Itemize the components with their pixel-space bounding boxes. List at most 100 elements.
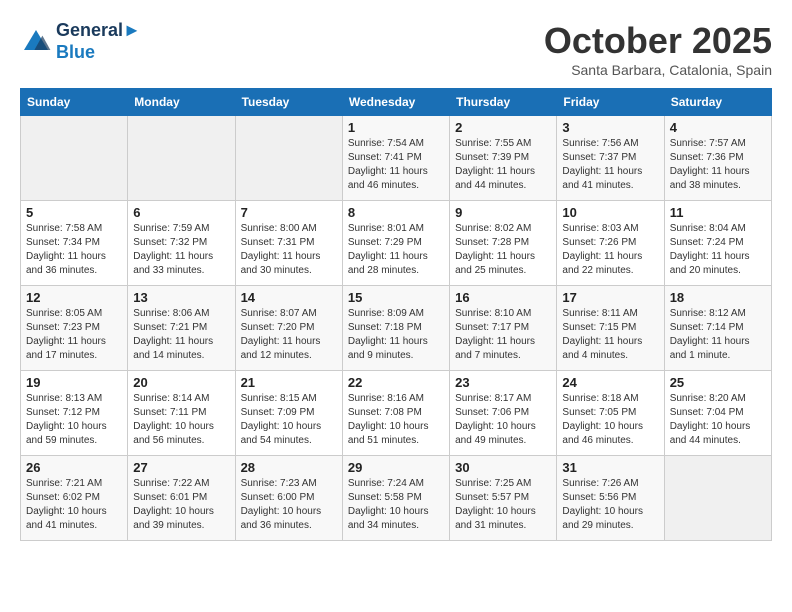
day-info: Sunrise: 7:55 AM Sunset: 7:39 PM Dayligh… <box>455 137 551 193</box>
day-number: 29 <box>348 460 444 475</box>
calendar-cell: 11 Sunrise: 8:04 AM Sunset: 7:24 PM Dayli… <box>664 201 771 286</box>
calendar-cell: 23 Sunrise: 8:17 AM Sunset: 7:06 PM Dayli… <box>450 371 557 456</box>
day-number: 16 <box>455 290 551 305</box>
day-number: 8 <box>348 205 444 220</box>
day-info: Sunrise: 7:59 AM Sunset: 7:32 PM Dayligh… <box>133 222 229 278</box>
day-info: Sunrise: 8:00 AM Sunset: 7:31 PM Dayligh… <box>241 222 337 278</box>
day-of-week-header: Thursday <box>450 89 557 116</box>
day-number: 7 <box>241 205 337 220</box>
day-number: 22 <box>348 375 444 390</box>
calendar-week-row: 5 Sunrise: 7:58 AM Sunset: 7:34 PM Daylig… <box>21 201 772 286</box>
day-number: 28 <box>241 460 337 475</box>
day-number: 1 <box>348 120 444 135</box>
day-info: Sunrise: 8:09 AM Sunset: 7:18 PM Dayligh… <box>348 307 444 363</box>
calendar-cell: 2 Sunrise: 7:55 AM Sunset: 7:39 PM Daylig… <box>450 116 557 201</box>
day-number: 15 <box>348 290 444 305</box>
calendar-cell: 31Sunrise: 7:26 AM Sunset: 5:56 PM Dayli… <box>557 456 664 541</box>
day-number: 26 <box>26 460 122 475</box>
day-number: 12 <box>26 290 122 305</box>
day-number: 20 <box>133 375 229 390</box>
day-number: 19 <box>26 375 122 390</box>
day-info: Sunrise: 8:14 AM Sunset: 7:11 PM Dayligh… <box>133 392 229 448</box>
day-number: 24 <box>562 375 658 390</box>
calendar-cell: 8 Sunrise: 8:01 AM Sunset: 7:29 PM Daylig… <box>342 201 449 286</box>
calendar-cell: 15 Sunrise: 8:09 AM Sunset: 7:18 PM Dayli… <box>342 286 449 371</box>
day-info: Sunrise: 7:56 AM Sunset: 7:37 PM Dayligh… <box>562 137 658 193</box>
calendar-cell: 6 Sunrise: 7:59 AM Sunset: 7:32 PM Daylig… <box>128 201 235 286</box>
calendar-cell: 13Sunrise: 8:06 AM Sunset: 7:21 PM Dayli… <box>128 286 235 371</box>
day-number: 17 <box>562 290 658 305</box>
day-info: Sunrise: 8:04 AM Sunset: 7:24 PM Dayligh… <box>670 222 766 278</box>
calendar-cell: 29 Sunrise: 7:24 AM Sunset: 5:58 PM Dayli… <box>342 456 449 541</box>
calendar-cell: 30 Sunrise: 7:25 AM Sunset: 5:57 PM Dayli… <box>450 456 557 541</box>
month-title: October 2025 <box>544 20 772 62</box>
calendar-cell: 5 Sunrise: 7:58 AM Sunset: 7:34 PM Daylig… <box>21 201 128 286</box>
day-info: Sunrise: 7:24 AM Sunset: 5:58 PM Dayligh… <box>348 477 444 533</box>
day-info: Sunrise: 7:22 AM Sunset: 6:01 PM Dayligh… <box>133 477 229 533</box>
day-number: 25 <box>670 375 766 390</box>
day-number: 5 <box>26 205 122 220</box>
day-number: 3 <box>562 120 658 135</box>
day-info: Sunrise: 8:12 AM Sunset: 7:14 PM Dayligh… <box>670 307 766 363</box>
day-info: Sunrise: 8:17 AM Sunset: 7:06 PM Dayligh… <box>455 392 551 448</box>
calendar-week-row: 12 Sunrise: 8:05 AM Sunset: 7:23 PM Dayli… <box>21 286 772 371</box>
day-info: Sunrise: 8:02 AM Sunset: 7:28 PM Dayligh… <box>455 222 551 278</box>
calendar-cell: 16Sunrise: 8:10 AM Sunset: 7:17 PM Dayli… <box>450 286 557 371</box>
day-number: 14 <box>241 290 337 305</box>
calendar-cell: 7 Sunrise: 8:00 AM Sunset: 7:31 PM Daylig… <box>235 201 342 286</box>
day-info: Sunrise: 8:07 AM Sunset: 7:20 PM Dayligh… <box>241 307 337 363</box>
location-subtitle: Santa Barbara, Catalonia, Spain <box>544 62 772 78</box>
logo-icon <box>20 26 52 58</box>
day-of-week-header: Monday <box>128 89 235 116</box>
logo: General► Blue <box>20 20 141 63</box>
calendar-table: SundayMondayTuesdayWednesdayThursdayFrid… <box>20 88 772 541</box>
day-number: 21 <box>241 375 337 390</box>
calendar-cell: 24 Sunrise: 8:18 AM Sunset: 7:05 PM Dayli… <box>557 371 664 456</box>
day-of-week-header: Wednesday <box>342 89 449 116</box>
day-info: Sunrise: 8:15 AM Sunset: 7:09 PM Dayligh… <box>241 392 337 448</box>
calendar-cell: 22Sunrise: 8:16 AM Sunset: 7:08 PM Dayli… <box>342 371 449 456</box>
day-number: 18 <box>670 290 766 305</box>
day-info: Sunrise: 8:05 AM Sunset: 7:23 PM Dayligh… <box>26 307 122 363</box>
calendar-cell <box>664 456 771 541</box>
day-number: 30 <box>455 460 551 475</box>
day-number: 9 <box>455 205 551 220</box>
day-number: 4 <box>670 120 766 135</box>
calendar-week-row: 26 Sunrise: 7:21 AM Sunset: 6:02 PM Dayli… <box>21 456 772 541</box>
day-number: 6 <box>133 205 229 220</box>
day-number: 27 <box>133 460 229 475</box>
day-info: Sunrise: 7:21 AM Sunset: 6:02 PM Dayligh… <box>26 477 122 533</box>
day-info: Sunrise: 7:58 AM Sunset: 7:34 PM Dayligh… <box>26 222 122 278</box>
calendar-cell: 10Sunrise: 8:03 AM Sunset: 7:26 PM Dayli… <box>557 201 664 286</box>
day-number: 11 <box>670 205 766 220</box>
calendar-cell: 4 Sunrise: 7:57 AM Sunset: 7:36 PM Daylig… <box>664 116 771 201</box>
day-of-week-header: Tuesday <box>235 89 342 116</box>
day-info: Sunrise: 8:11 AM Sunset: 7:15 PM Dayligh… <box>562 307 658 363</box>
calendar-cell: 3 Sunrise: 7:56 AM Sunset: 7:37 PM Daylig… <box>557 116 664 201</box>
calendar-cell: 26 Sunrise: 7:21 AM Sunset: 6:02 PM Dayli… <box>21 456 128 541</box>
day-of-week-header: Friday <box>557 89 664 116</box>
day-info: Sunrise: 7:23 AM Sunset: 6:00 PM Dayligh… <box>241 477 337 533</box>
day-info: Sunrise: 8:18 AM Sunset: 7:05 PM Dayligh… <box>562 392 658 448</box>
day-info: Sunrise: 8:01 AM Sunset: 7:29 PM Dayligh… <box>348 222 444 278</box>
page-header: General► Blue October 2025 Santa Barbara… <box>20 20 772 78</box>
day-of-week-header: Saturday <box>664 89 771 116</box>
calendar-cell: 1Sunrise: 7:54 AM Sunset: 7:41 PM Daylig… <box>342 116 449 201</box>
calendar-week-row: 19 Sunrise: 8:13 AM Sunset: 7:12 PM Dayli… <box>21 371 772 456</box>
day-info: Sunrise: 7:57 AM Sunset: 7:36 PM Dayligh… <box>670 137 766 193</box>
calendar-cell: 25Sunrise: 8:20 AM Sunset: 7:04 PM Dayli… <box>664 371 771 456</box>
calendar-cell: 28 Sunrise: 7:23 AM Sunset: 6:00 PM Dayli… <box>235 456 342 541</box>
day-number: 23 <box>455 375 551 390</box>
calendar-cell <box>128 116 235 201</box>
day-info: Sunrise: 8:13 AM Sunset: 7:12 PM Dayligh… <box>26 392 122 448</box>
day-info: Sunrise: 7:25 AM Sunset: 5:57 PM Dayligh… <box>455 477 551 533</box>
logo-text: General► Blue <box>56 20 141 63</box>
day-number: 13 <box>133 290 229 305</box>
calendar-header-row: SundayMondayTuesdayWednesdayThursdayFrid… <box>21 89 772 116</box>
calendar-cell: 17 Sunrise: 8:11 AM Sunset: 7:15 PM Dayli… <box>557 286 664 371</box>
calendar-week-row: 1Sunrise: 7:54 AM Sunset: 7:41 PM Daylig… <box>21 116 772 201</box>
day-number: 2 <box>455 120 551 135</box>
calendar-cell: 12 Sunrise: 8:05 AM Sunset: 7:23 PM Dayli… <box>21 286 128 371</box>
calendar-cell <box>235 116 342 201</box>
day-info: Sunrise: 8:03 AM Sunset: 7:26 PM Dayligh… <box>562 222 658 278</box>
